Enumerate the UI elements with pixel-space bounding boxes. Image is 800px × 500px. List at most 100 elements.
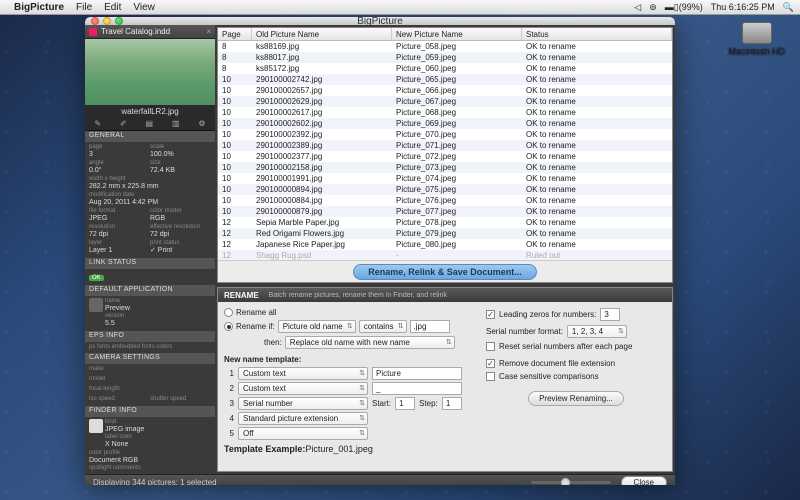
status-text: Displaying 344 pictures: 1 selected xyxy=(93,478,217,485)
link-header: LINK STATUS xyxy=(85,258,215,269)
label-rename-all: Rename all xyxy=(236,308,276,317)
table-row[interactable]: 12Shagg Rug.psd-Ruled out xyxy=(218,250,672,260)
label-then: then: xyxy=(264,338,282,347)
link-ok-badge: OK xyxy=(89,275,104,281)
table-row[interactable]: 12Sepia Marble Paper.jpgPicture_078.jpeg… xyxy=(218,217,672,228)
menubar: BigPicture File Edit View ◁ ⊚ ▬▯ (99%) T… xyxy=(0,0,800,15)
gear-icon[interactable]: ⚙ xyxy=(198,119,205,128)
input-start[interactable]: 1 xyxy=(395,397,415,410)
rename-panel: RENAME Batch rename pictures, rename the… xyxy=(217,287,673,472)
cb-case-sensitive[interactable] xyxy=(486,372,495,381)
table-row[interactable]: 12Japanese Rice Paper.jpgPicture_080.jpe… xyxy=(218,239,672,250)
document-name: Travel Catalog.indd xyxy=(101,27,170,36)
preview-filename: waterfallLR2.jpg xyxy=(85,107,215,116)
table-header: Page Old Picture Name New Picture Name S… xyxy=(218,28,672,41)
brush-icon[interactable]: ✐ xyxy=(120,119,127,128)
table-row[interactable]: 10290100002742.jpgPicture_065.jpegOK to … xyxy=(218,74,672,85)
select-t3[interactable]: Serial number xyxy=(238,397,368,410)
info-toolbar: ✎ ✐ ▤ ▥ ⚙ xyxy=(85,117,215,131)
select-t4[interactable]: Standard picture extension xyxy=(238,412,368,425)
input-if-value[interactable]: .jpg xyxy=(410,320,450,333)
desktop-hd-icon[interactable]: Macintosh HD xyxy=(728,22,785,56)
menu-view[interactable]: View xyxy=(133,2,155,13)
radio-rename-all[interactable] xyxy=(224,308,233,317)
rename-subtitle: Batch rename pictures, rename them in Fi… xyxy=(269,292,447,299)
select-if-op[interactable]: contains xyxy=(359,320,407,333)
eps-header: EPS INFO xyxy=(85,331,215,342)
defapp-header: DEFAULT APPLICATION xyxy=(85,285,215,296)
template-label: New name template: xyxy=(224,355,474,364)
pencil-icon[interactable]: ✎ xyxy=(94,119,101,128)
select-t1[interactable]: Custom text xyxy=(238,367,368,380)
select-serial-format[interactable]: 1, 2, 3, 4 xyxy=(567,325,627,338)
table-row[interactable]: 10290100001991.jpgPicture_074.jpegOK to … xyxy=(218,173,672,184)
table-row[interactable]: 10290100002629.jpgPicture_067.jpegOK to … xyxy=(218,96,672,107)
close-button[interactable]: Close xyxy=(621,476,667,485)
table-row[interactable]: 10290100000894.jpgPicture_075.jpegOK to … xyxy=(218,184,672,195)
document-tab[interactable]: Travel Catalog.indd × xyxy=(85,25,215,39)
window-title: BigPicture xyxy=(357,17,403,27)
menu-app[interactable]: BigPicture xyxy=(14,2,64,13)
camera-header: CAMERA SETTINGS xyxy=(85,353,215,364)
table-row[interactable]: 10290100000879.jpgPicture_077.jpegOK to … xyxy=(218,206,672,217)
menu-file[interactable]: File xyxy=(76,2,92,13)
select-t5[interactable]: Off xyxy=(238,427,368,440)
picture-table: Page Old Picture Name New Picture Name S… xyxy=(217,27,673,283)
input-t1[interactable]: Picture xyxy=(372,367,462,380)
general-header: GENERAL xyxy=(85,131,215,142)
spotlight-icon[interactable]: 🔍 xyxy=(783,2,794,13)
input-step[interactable]: 1 xyxy=(442,397,462,410)
tab-close-icon[interactable]: × xyxy=(206,27,211,36)
battery-icon[interactable]: ▬▯ (99%) xyxy=(665,2,703,13)
table-row[interactable]: 10290100002389.jpgPicture_071.jpegOK to … xyxy=(218,140,672,151)
table-row[interactable]: 10290100002392.jpgPicture_070.jpegOK to … xyxy=(218,129,672,140)
input-leading-zeros[interactable]: 3 xyxy=(600,308,620,321)
label-rename-if: Rename if: xyxy=(236,322,275,331)
clock[interactable]: Thu 6:16:25 PM xyxy=(711,2,775,12)
volume-icon[interactable]: ◁ xyxy=(634,2,641,13)
sidebar: Travel Catalog.indd × waterfallLR2.jpg ✎… xyxy=(85,25,215,285)
th-old[interactable]: Old Picture Name xyxy=(252,28,392,40)
input-t2[interactable]: _ xyxy=(372,382,462,395)
th-page[interactable]: Page xyxy=(218,28,252,40)
cb-reset-serial[interactable] xyxy=(486,342,495,351)
sidebar-lower: DEFAULT APPLICATION namePreviewversion5.… xyxy=(85,285,215,474)
statusbar: Displaying 344 pictures: 1 selected Clos… xyxy=(85,474,675,485)
th-new[interactable]: New Picture Name xyxy=(392,28,522,40)
preview-renaming-button[interactable]: Preview Renaming... xyxy=(528,391,624,406)
preview-app-icon xyxy=(89,298,103,312)
titlebar[interactable]: BigPicture xyxy=(85,17,675,25)
indesign-icon xyxy=(89,28,97,36)
th-status[interactable]: Status xyxy=(522,28,672,40)
table-row[interactable]: 10290100002602.jpgPicture_069.jpegOK to … xyxy=(218,118,672,129)
minimize-icon[interactable] xyxy=(103,17,111,25)
table-row[interactable]: 10290100002657.jpgPicture_066.jpegOK to … xyxy=(218,85,672,96)
menu-edit[interactable]: Edit xyxy=(104,2,121,13)
select-if-field[interactable]: Picture old name xyxy=(278,320,356,333)
image-preview[interactable]: waterfallLR2.jpg xyxy=(85,39,215,117)
select-then[interactable]: Replace old name with new name xyxy=(285,336,455,349)
rename-relink-save-button[interactable]: Rename, Relink & Save Document... xyxy=(353,264,537,280)
rename-header: RENAME xyxy=(224,291,259,300)
table-row[interactable]: 12Red Origami Flowers.jpgPicture_079.jpe… xyxy=(218,228,672,239)
table-row[interactable]: 8ks88169.jpgPicture_058.jpegOK to rename xyxy=(218,41,672,52)
cb-remove-ext[interactable] xyxy=(486,359,495,368)
table-row[interactable]: 10290100000884.jpgPicture_076.jpegOK to … xyxy=(218,195,672,206)
wifi-icon[interactable]: ⊚ xyxy=(649,2,657,13)
table-row[interactable]: 10290100002377.jpgPicture_072.jpegOK to … xyxy=(218,151,672,162)
table-row[interactable]: 10290100002158.jpgPicture_073.jpegOK to … xyxy=(218,162,672,173)
thumbnail-size-slider[interactable] xyxy=(531,481,611,484)
folder-icon[interactable]: ▤ xyxy=(146,119,154,128)
page-icon[interactable]: ▥ xyxy=(172,119,180,128)
zoom-icon[interactable] xyxy=(115,17,123,25)
table-row[interactable]: 8ks88017.jpgPicture_059.jpegOK to rename xyxy=(218,52,672,63)
finder-header: FINDER INFO xyxy=(85,406,215,417)
select-t2[interactable]: Custom text xyxy=(238,382,368,395)
table-row[interactable]: 10290100002617.jpgPicture_068.jpegOK to … xyxy=(218,107,672,118)
table-row[interactable]: 8ks85172.jpgPicture_060.jpegOK to rename xyxy=(218,63,672,74)
radio-rename-if[interactable] xyxy=(224,322,233,331)
window: BigPicture Travel Catalog.indd × waterfa… xyxy=(85,17,675,485)
close-icon[interactable] xyxy=(91,17,99,25)
desktop-hd-label: Macintosh HD xyxy=(728,46,785,56)
cb-leading-zeros[interactable] xyxy=(486,310,495,319)
